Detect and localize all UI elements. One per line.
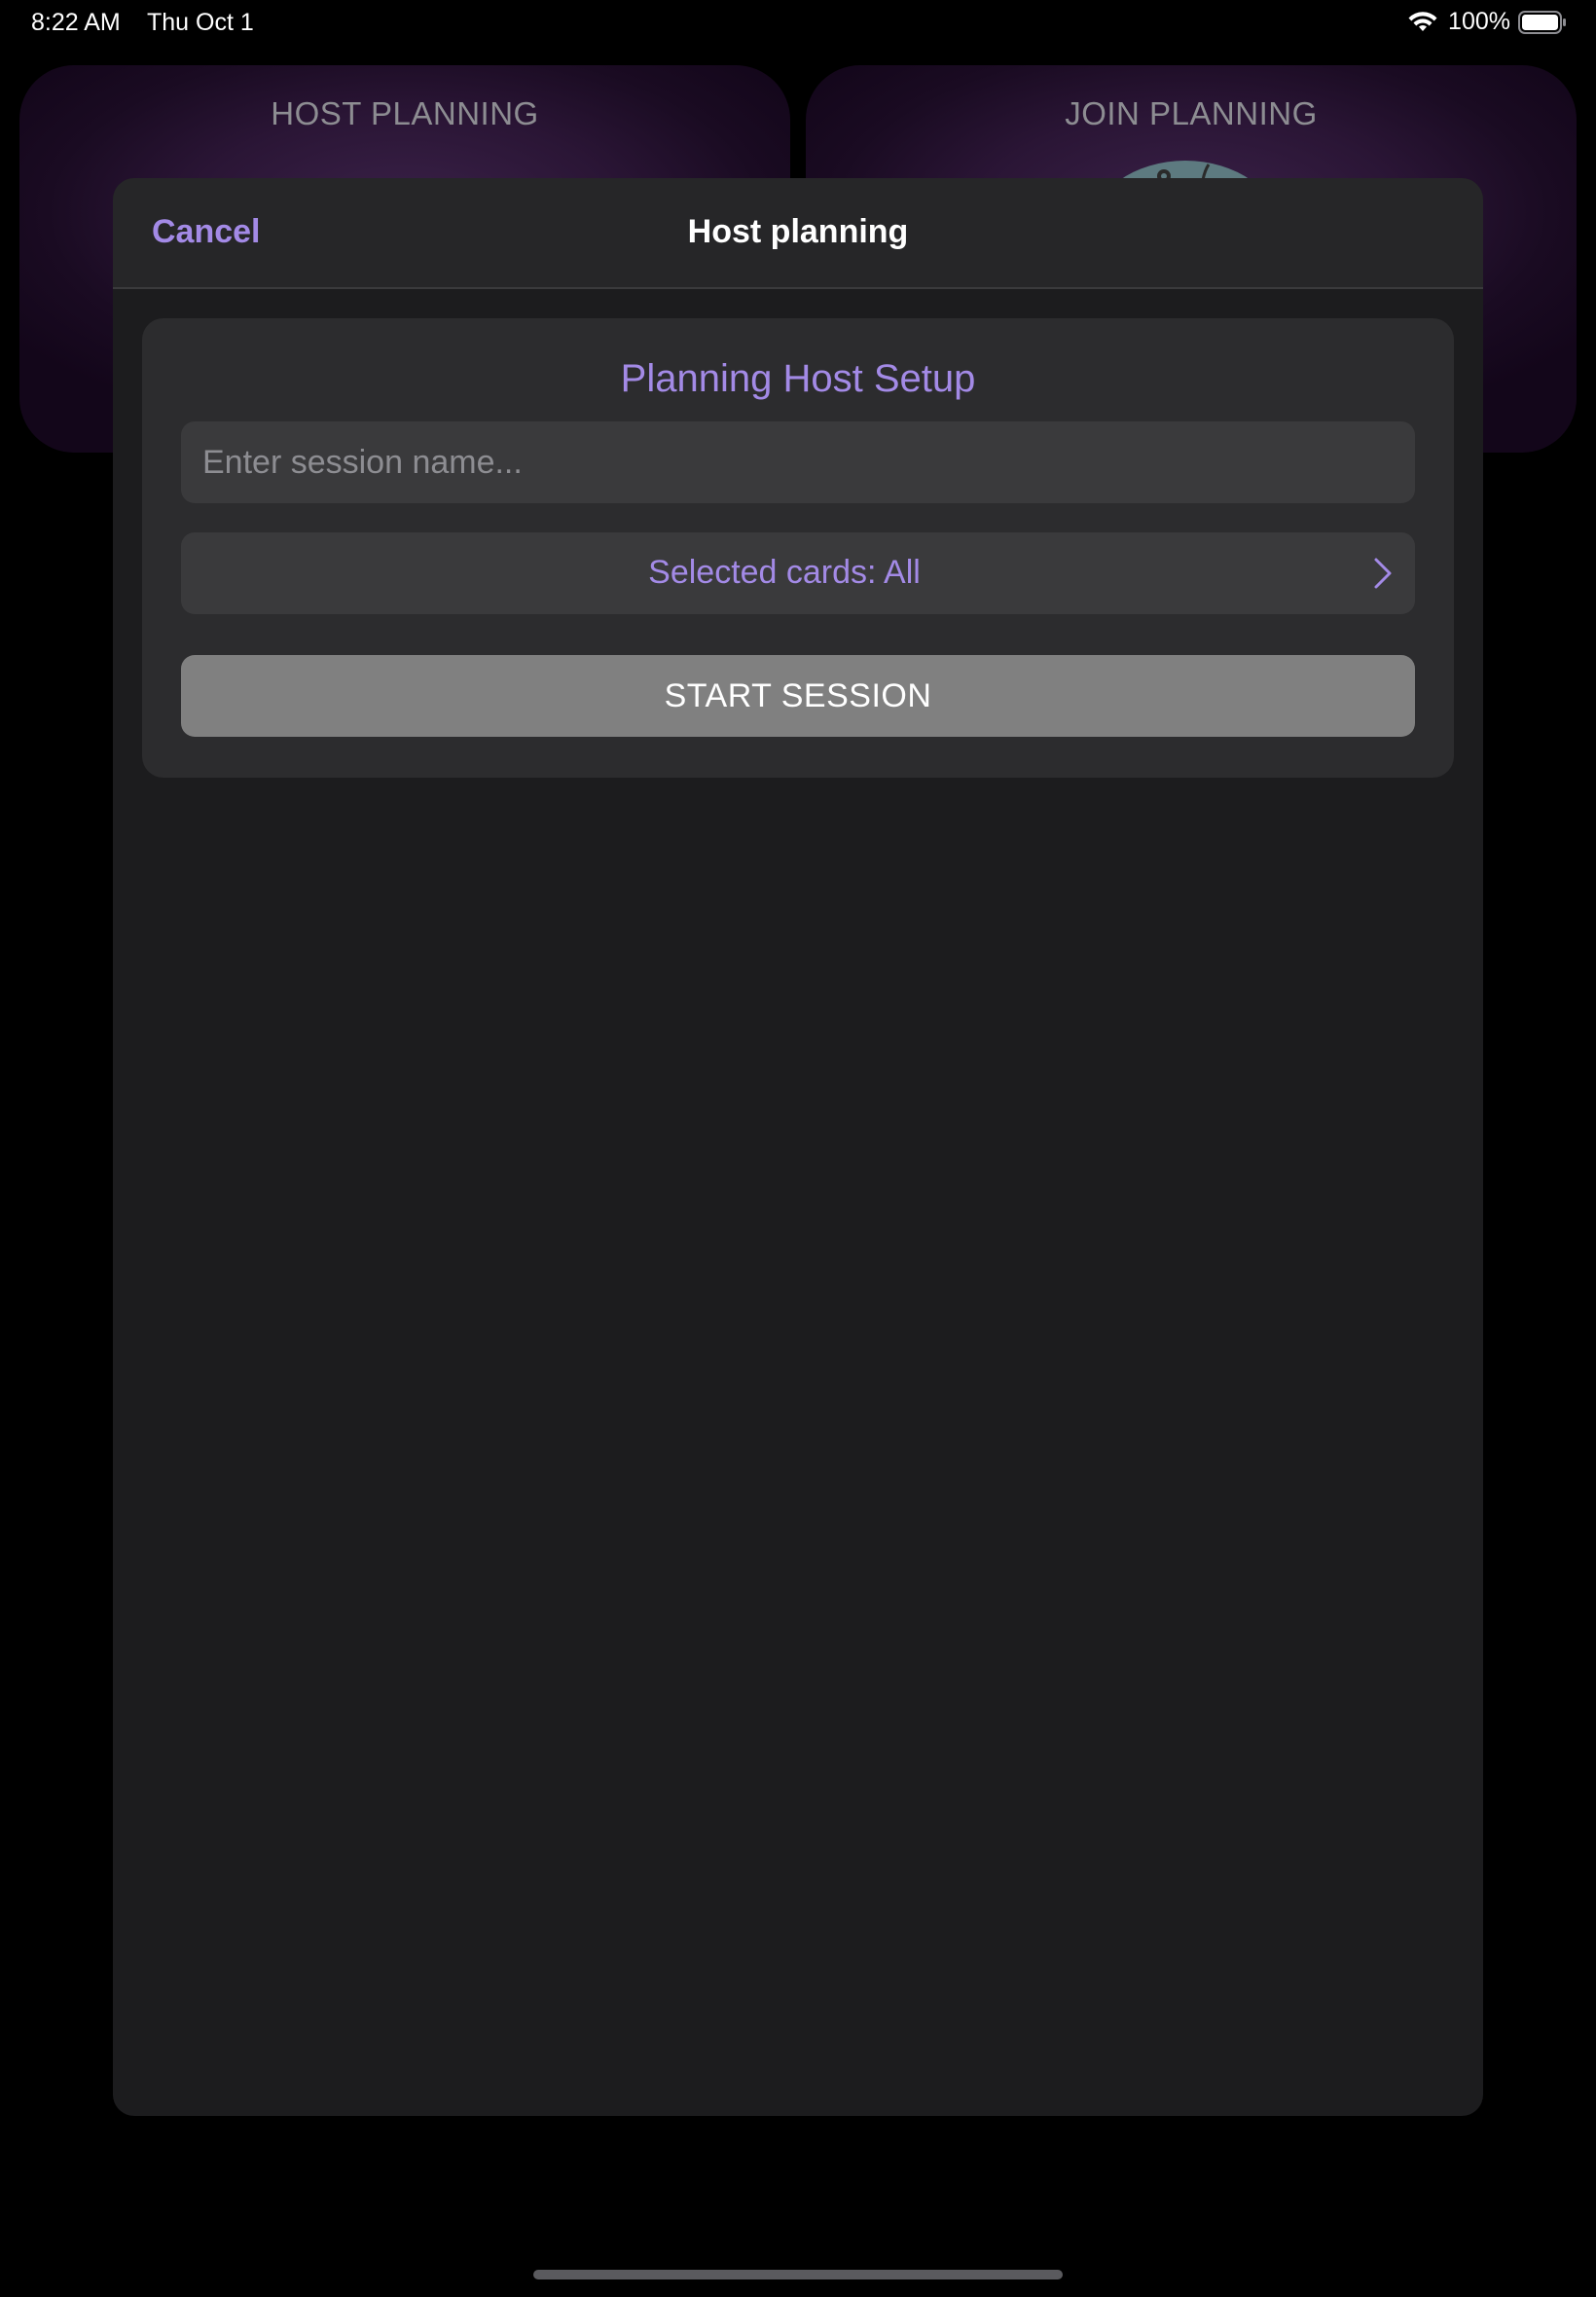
status-indicators: 100% <box>1407 8 1567 36</box>
battery-percent: 100% <box>1448 8 1510 35</box>
sheet-nav-bar: Cancel Host planning <box>113 178 1483 289</box>
session-name-input[interactable] <box>181 421 1415 503</box>
battery-icon <box>1518 10 1566 34</box>
host-setup-group: Planning Host Setup Selected cards: All … <box>142 318 1454 778</box>
start-session-button[interactable]: START SESSION <box>181 655 1415 737</box>
selected-cards-row[interactable]: Selected cards: All <box>181 532 1415 614</box>
selected-cards-label: Selected cards: All <box>648 554 921 591</box>
host-planning-sheet: Cancel Host planning Planning Host Setup… <box>113 178 1483 2116</box>
home-indicator <box>533 2270 1063 2279</box>
wifi-icon <box>1408 11 1437 31</box>
sheet-title: Host planning <box>687 213 909 250</box>
status-bar: 8:22 AM Thu Oct 1 100% <box>0 0 1596 45</box>
setup-title: Planning Host Setup <box>620 357 976 400</box>
join-planning-title: JOIN PLANNING <box>1065 95 1318 131</box>
app-screen: 8:22 AM Thu Oct 1 100% HOST PLANNING JOI… <box>0 0 1596 2297</box>
chevron-right-icon <box>1374 558 1392 589</box>
status-time: 8:22 AM <box>31 9 121 36</box>
status-date: Thu Oct 1 <box>147 9 254 36</box>
host-planning-title: HOST PLANNING <box>271 95 539 131</box>
